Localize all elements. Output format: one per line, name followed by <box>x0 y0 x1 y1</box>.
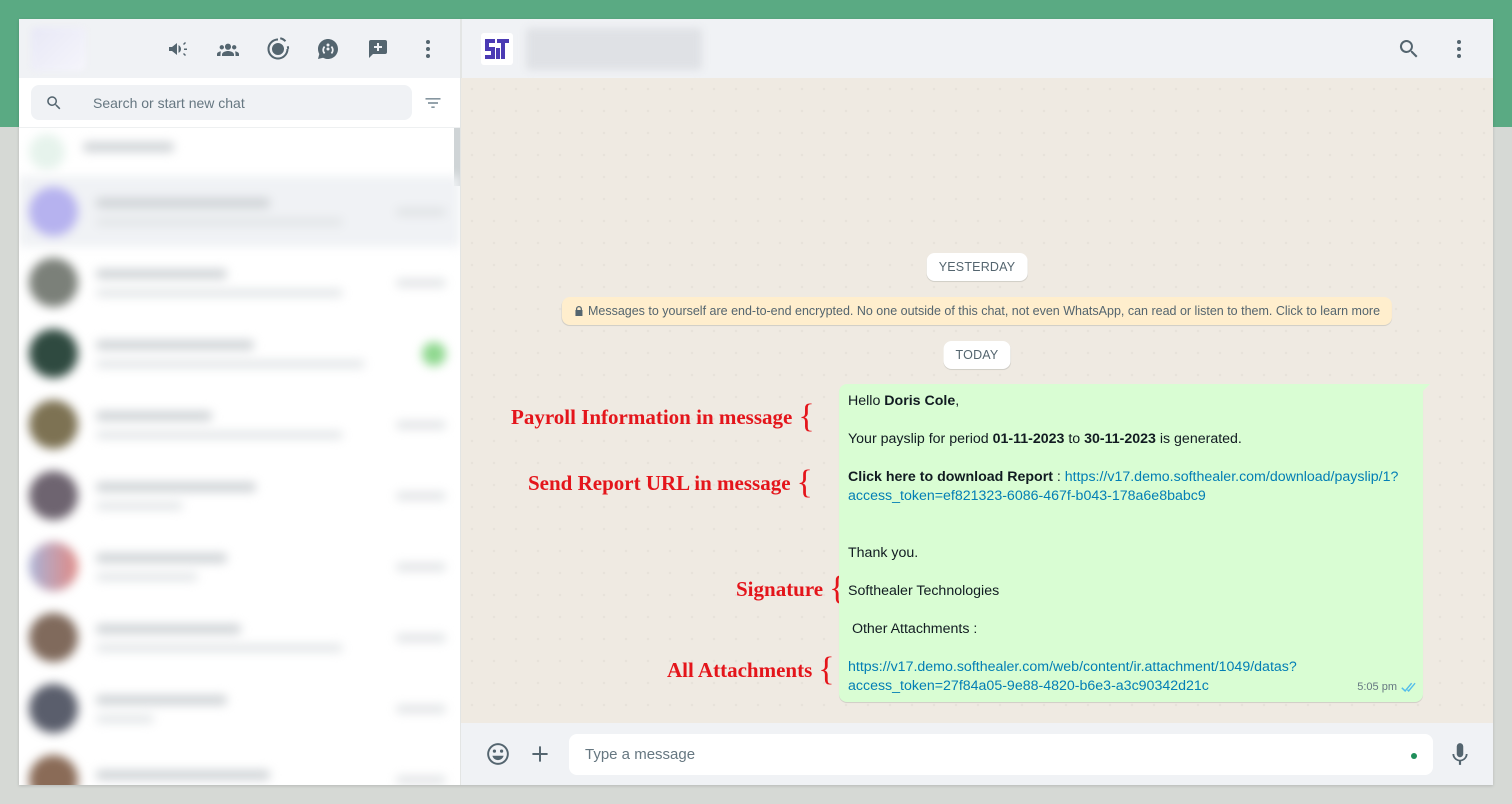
download-line: Click here to download Report : https://… <box>848 468 1414 506</box>
search-row <box>19 78 460 128</box>
list-item[interactable] <box>19 744 460 785</box>
annotation-signature-text: Signature <box>736 576 824 601</box>
message-meta: 5:05 pm <box>1357 678 1416 697</box>
greeting-prefix: Hello <box>848 393 885 409</box>
list-item[interactable] <box>19 176 460 247</box>
message-bubble[interactable]: Hello Doris Cole, Your payslip for perio… <box>839 384 1430 702</box>
search-icon <box>47 95 61 109</box>
compose-bar <box>461 723 1493 785</box>
communities-icon[interactable] <box>208 29 248 69</box>
greeting-suffix: , <box>955 393 960 409</box>
emoji-icon[interactable] <box>481 737 515 771</box>
encryption-notice[interactable]: Messages to yourself are end-to-end encr… <box>561 297 1393 325</box>
list-item[interactable] <box>19 389 460 460</box>
new-chat-icon[interactable] <box>358 29 398 69</box>
encryption-text: Messages to yourself are end-to-end encr… <box>587 304 1381 318</box>
message-input[interactable] <box>585 745 1417 763</box>
chat-list <box>19 128 460 785</box>
list-item[interactable] <box>19 128 460 176</box>
download-label: Click here to download Report <box>848 469 1053 485</box>
sidebar <box>19 19 461 785</box>
period-end: 30-11-2023 <box>1084 431 1156 447</box>
list-item[interactable] <box>19 602 460 673</box>
list-item[interactable] <box>19 531 460 602</box>
attachment-line: https://v17.demo.softhealer.com/web/cont… <box>848 658 1414 696</box>
list-item[interactable] <box>19 318 460 389</box>
status-dot <box>1411 752 1417 759</box>
download-url-line1: https://v17.demo.softhealer.com/download… <box>1064 469 1399 485</box>
greeting-line: Hello Doris Cole, <box>848 392 1414 411</box>
attachment-link[interactable]: https://v17.demo.softhealer.com/web/cont… <box>848 659 1297 694</box>
contact-name[interactable] <box>526 27 702 70</box>
whatsapp-app: YESTERDAY Messages to yourself are end-t… <box>19 19 1493 785</box>
microphone-icon[interactable] <box>1443 737 1477 771</box>
period-mid: to <box>1064 431 1085 447</box>
search-icon[interactable] <box>1389 29 1429 69</box>
annotation-report-url: Send Report URL in message { <box>528 466 813 500</box>
employee-name: Doris Cole <box>884 393 956 409</box>
profile-avatar[interactable] <box>31 26 86 71</box>
attach-plus-icon[interactable] <box>523 737 557 771</box>
annotation-attachments-text: All Attachments <box>667 657 813 682</box>
megaphone-icon[interactable] <box>158 29 198 69</box>
attachment-url-line2: access_token=27f84a05-9e88-4820-b6e3-a3c… <box>848 678 1209 694</box>
period-prefix: Your payslip for period <box>848 431 993 447</box>
softhealer-logo[interactable] <box>480 32 514 66</box>
message-input-box[interactable] <box>569 733 1433 775</box>
filter-icon[interactable] <box>418 88 448 118</box>
download-separator: : <box>1052 469 1065 485</box>
search-input[interactable] <box>93 94 373 111</box>
menu-icon[interactable] <box>408 29 448 69</box>
conversation[interactable]: YESTERDAY Messages to yourself are end-t… <box>461 78 1493 723</box>
status-icon[interactable] <box>258 29 298 69</box>
sidebar-header <box>19 19 460 78</box>
annotation-brace: { <box>796 464 813 501</box>
annotation-brace: { <box>818 651 835 688</box>
download-url-line2: access_token=ef821323-6086-467f-b043-178… <box>848 488 1206 504</box>
thanks-line: Thank you. <box>848 545 919 561</box>
list-item[interactable] <box>19 673 460 744</box>
message-time: 5:05 pm <box>1357 681 1397 693</box>
date-chip-today: TODAY <box>943 341 1011 369</box>
annotation-signature: Signature { <box>736 572 845 606</box>
lock-icon <box>575 306 583 316</box>
date-chip-yesterday: YESTERDAY <box>926 253 1028 281</box>
period-start: 01-11-2023 <box>992 431 1065 447</box>
annotation-payroll-text: Payroll Information in message <box>511 404 793 429</box>
annotation-attachments: All Attachments { <box>667 653 835 687</box>
list-item[interactable] <box>19 460 460 531</box>
channels-icon[interactable] <box>308 29 348 69</box>
chat-menu-icon[interactable] <box>1439 29 1479 69</box>
chat-panel: YESTERDAY Messages to yourself are end-t… <box>461 19 1493 785</box>
attachments-label: Other Attachments : <box>848 621 978 637</box>
signature-line: Softhealer Technologies <box>848 583 1000 599</box>
payslip-period-line: Your payslip for period 01-11-2023 to 30… <box>848 430 1414 449</box>
annotation-report-url-text: Send Report URL in message <box>528 470 791 495</box>
chat-header <box>461 19 1493 78</box>
annotation-brace: { <box>798 398 815 435</box>
double-check-icon <box>1401 682 1416 692</box>
search-box[interactable] <box>31 85 412 120</box>
attachment-url-line1: https://v17.demo.softhealer.com/web/cont… <box>848 659 1297 675</box>
annotation-payroll: Payroll Information in message { <box>511 400 815 434</box>
period-suffix: is generated. <box>1155 431 1242 447</box>
list-item[interactable] <box>19 247 460 318</box>
